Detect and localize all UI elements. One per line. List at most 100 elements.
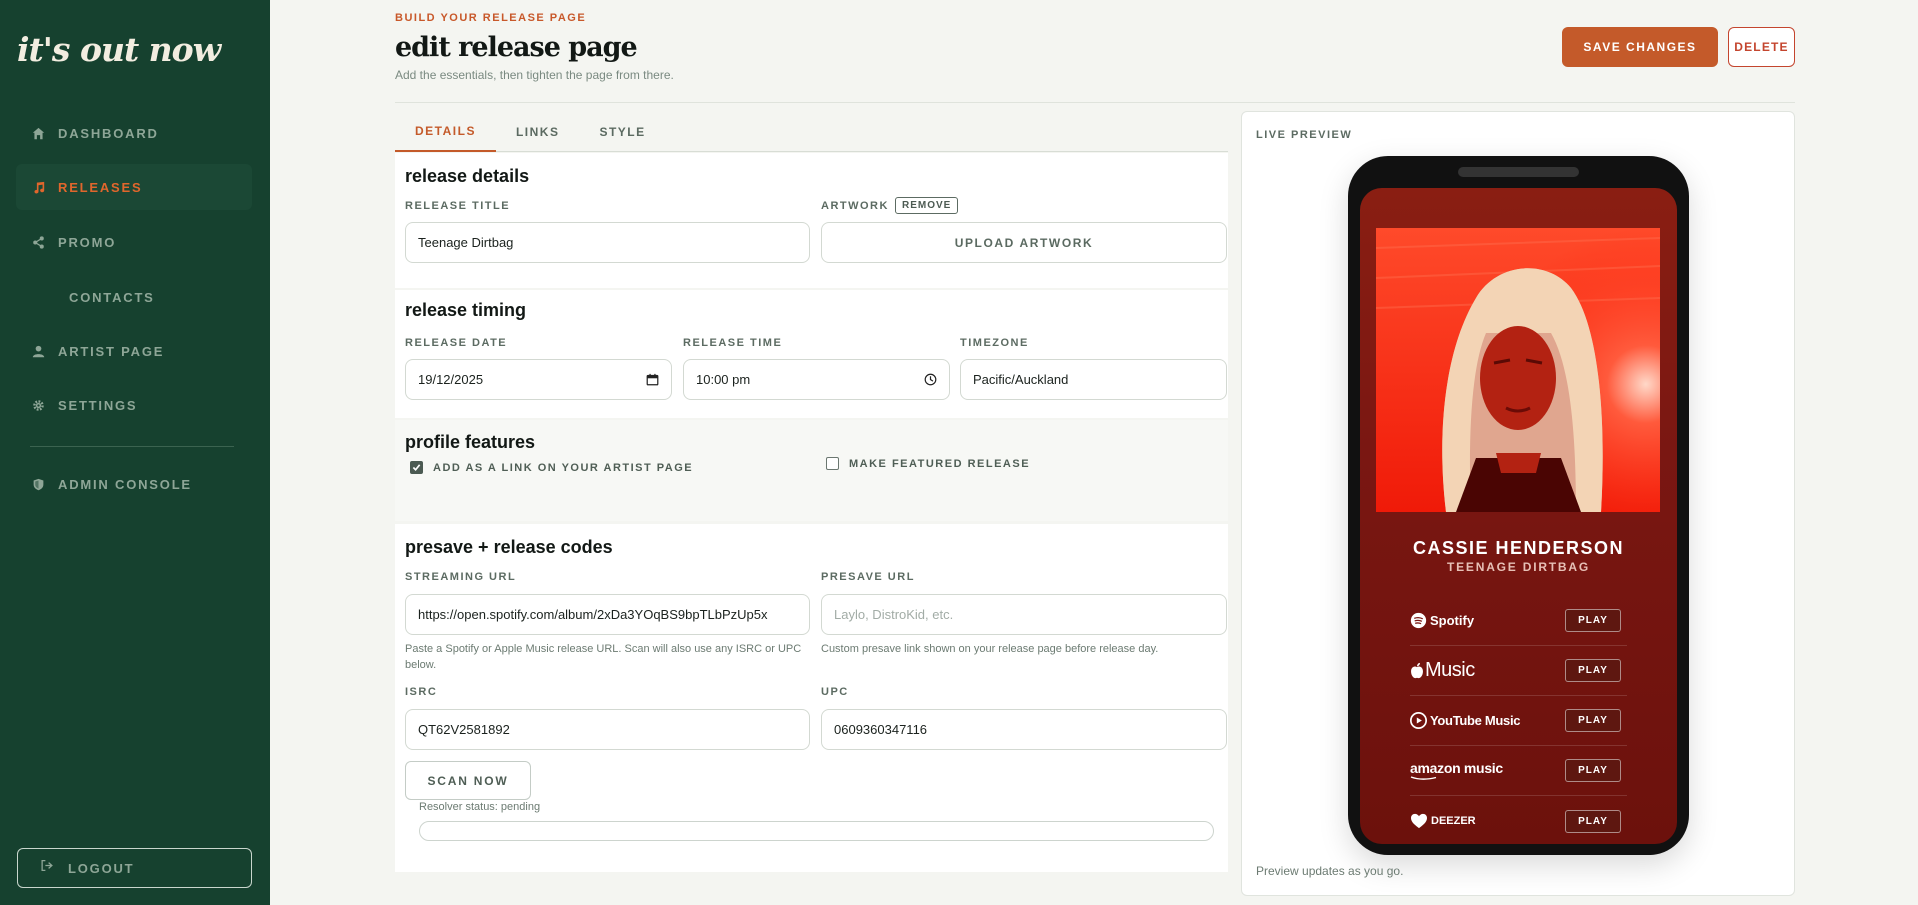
tab-links[interactable]: LINKS [496,112,580,152]
add-artist-link-checkbox[interactable] [410,461,423,474]
tab-details[interactable]: DETAILS [395,112,496,152]
sidebar-item-label: SETTINGS [58,397,138,413]
release-time-value: 10:00 pm [696,372,751,387]
clock-icon[interactable] [924,373,937,386]
streaming-url-help: Paste a Spotify or Apple Music release U… [405,643,802,671]
section-title: release details [405,166,530,186]
deezer-logo-icon: DEEZER [1410,813,1476,829]
scan-now-button[interactable]: SCAN NOW [405,761,531,800]
featured-release-checkbox[interactable] [826,457,839,470]
service-name: DEEZER [1431,815,1476,827]
phone-screen: CASSIE HENDERSON TEENAGE DIRTBAG Spotify… [1360,188,1677,844]
sidebar-item-label: ADMIN CONSOLE [58,476,192,492]
section-title: presave + release codes [405,537,613,557]
add-artist-link-label: ADD AS A LINK ON YOUR ARTIST PAGE [433,461,694,474]
upc-label: UPC [821,686,849,698]
service-row-amazon-music: amazon music PLAY [1410,746,1627,796]
sidebar-item-label: PROMO [58,234,117,250]
release-title-label: RELEASE TITLE [405,200,511,212]
service-name: amazon music [1410,760,1503,776]
header-divider [395,102,1795,103]
section-title: release timing [405,300,527,320]
phone-mockup: CASSIE HENDERSON TEENAGE DIRTBAG Spotify… [1348,156,1689,855]
streaming-url-label: STREAMING URL [405,571,517,583]
release-timing-section: release timing RELEASE DATE 19/12/2025 R… [395,290,1228,418]
play-button[interactable]: PLAY [1565,659,1621,682]
release-date-label: RELEASE DATE [405,337,508,349]
live-preview-panel: LIVE PREVIEW CASSIE HENDERSON TEENAGE DI… [1241,111,1795,896]
preview-footer: Preview updates as you go. [1256,864,1404,878]
apple-music-logo-icon: Music [1410,659,1475,682]
logout-label: LOGOUT [68,860,135,876]
sidebar-item-promo[interactable]: PROMO [16,219,252,265]
release-date-value: 19/12/2025 [418,372,484,387]
timezone-label: TIMEZONE [960,337,1029,349]
service-row-deezer: DEEZER PLAY [1410,796,1627,844]
sidebar-item-label: DASHBOARD [58,125,159,141]
preview-release-name: TEENAGE DIRTBAG [1446,560,1590,574]
service-name: Spotify [1430,613,1475,628]
shield-icon [30,476,46,492]
play-button[interactable]: PLAY [1565,709,1621,732]
delete-button[interactable]: DELETE [1728,27,1795,67]
play-button[interactable]: PLAY [1565,759,1621,782]
amazon-music-logo-icon: amazon music [1410,760,1503,781]
music-note-icon [30,179,46,195]
section-title: profile features [405,432,536,452]
presave-url-label: PRESAVE URL [821,571,915,583]
live-preview-label: LIVE PREVIEW [1256,129,1353,141]
page-subtitle: Add the essentials, then tighten the pag… [395,68,674,82]
play-button[interactable]: PLAY [1565,809,1621,833]
release-date-input[interactable]: 19/12/2025 [405,359,672,400]
resolver-status: Resolver status: pending [419,801,541,813]
presave-url-input[interactable]: Laylo, DistroKid, etc. [821,594,1227,635]
release-artwork [1376,228,1660,512]
spotify-logo-icon: Spotify [1410,612,1474,629]
sidebar-item-label: ARTIST PAGE [58,343,165,359]
sidebar: it's out now DASHBOARD RELEASES PROMO CO… [0,0,270,905]
play-button[interactable]: PLAY [1565,609,1621,632]
artwork-label: ARTWORK [821,200,889,212]
logout-icon [40,859,54,877]
sidebar-item-releases[interactable]: RELEASES [16,164,252,210]
save-changes-button[interactable]: SAVE CHANGES [1562,27,1718,67]
add-artist-link-option[interactable]: ADD AS A LINK ON YOUR ARTIST PAGE [410,461,693,474]
release-title-input[interactable]: Teenage Dirtbag [405,222,810,263]
service-name: Music [1425,659,1475,681]
gear-icon [30,397,46,413]
resolver-progress-bar [419,821,1214,841]
sidebar-subitem-contacts[interactable]: CONTACTS [69,290,155,305]
release-time-input[interactable]: 10:00 pm [683,359,950,400]
isrc-label: ISRC [405,686,438,698]
streaming-url-input[interactable]: https://open.spotify.com/album/2xDa3YOqB… [405,594,810,635]
upload-artwork-button[interactable]: UPLOAD ARTWORK [821,222,1227,263]
remove-artwork-button[interactable]: REMOVE [895,197,959,214]
preview-artist-name: CASSIE HENDERSON [1412,538,1625,558]
presave-url-help: Custom presave link shown on your releas… [821,643,1159,655]
featured-release-option[interactable]: MAKE FEATURED RELEASE [826,457,1030,470]
timezone-input[interactable]: Pacific/Auckland [960,359,1227,400]
sidebar-item-artist-page[interactable]: ARTIST PAGE [16,328,252,374]
upc-input[interactable]: 0609360347116 [821,709,1227,750]
profile-features-section: profile features ADD AS A LINK ON YOUR A… [395,420,1228,521]
sidebar-item-dashboard[interactable]: DASHBOARD [16,110,252,156]
featured-release-label: MAKE FEATURED RELEASE [849,457,1031,470]
sidebar-item-settings[interactable]: SETTINGS [16,382,252,428]
release-codes-section: presave + release codes STREAMING URL ht… [395,524,1228,872]
calendar-icon[interactable] [646,373,659,386]
service-row-youtube-music: YouTube Music PLAY [1410,696,1627,746]
tab-bar: DETAILS LINKS STYLE [395,112,1228,152]
release-details-section: release details RELEASE TITLE Teenage Di… [395,153,1228,288]
brand-logo[interactable]: it's out now [17,30,221,69]
service-row-apple-music: Music PLAY [1410,646,1627,696]
service-row-spotify: Spotify PLAY [1410,596,1627,646]
logout-button[interactable]: LOGOUT [17,848,252,888]
sidebar-item-admin-console[interactable]: ADMIN CONSOLE [16,461,252,507]
isrc-input[interactable]: QT62V2581892 [405,709,810,750]
release-time-label: RELEASE TIME [683,337,783,349]
tab-style[interactable]: STYLE [579,112,665,152]
sidebar-divider [30,446,234,447]
page-eyebrow: BUILD YOUR RELEASE PAGE [395,12,587,24]
home-icon [30,125,46,141]
youtube-music-logo-icon: YouTube Music [1410,712,1521,729]
